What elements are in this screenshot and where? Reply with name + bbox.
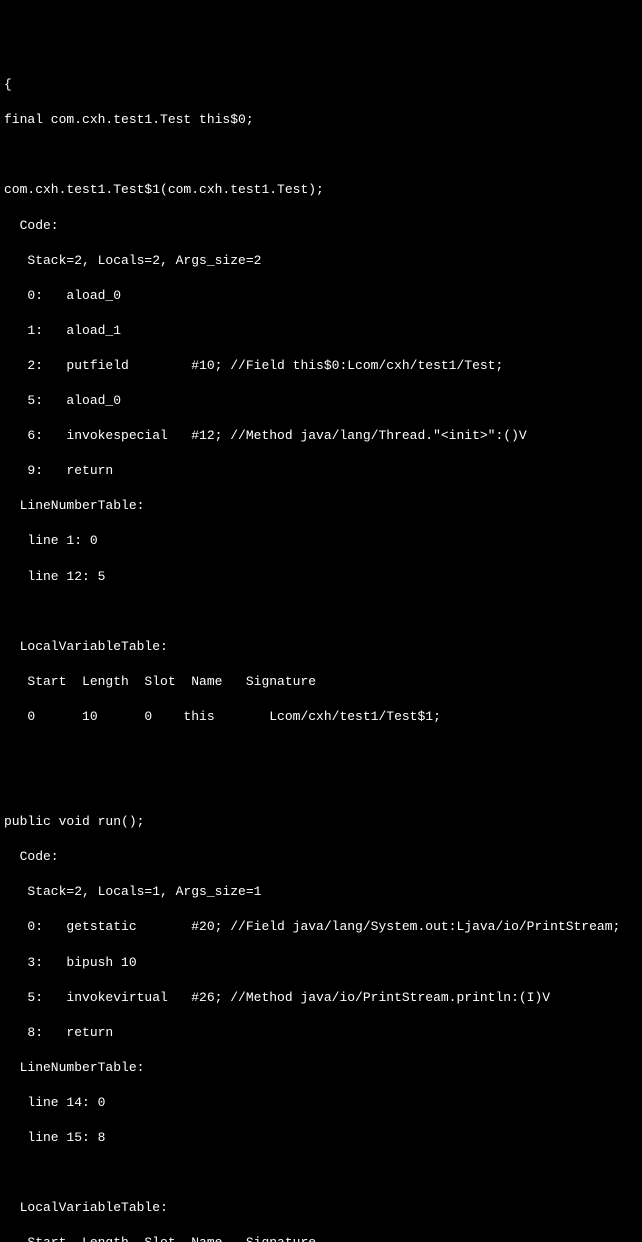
- bytecode-instruction: 8: return: [4, 1024, 638, 1042]
- bytecode-instruction: 9: return: [4, 462, 638, 480]
- code-label: Code:: [4, 848, 638, 866]
- local-variable-table-label: LocalVariableTable:: [4, 638, 638, 656]
- bytecode-instruction: 1: aload_1: [4, 322, 638, 340]
- blank-line: [4, 603, 638, 621]
- blank-line: [4, 778, 638, 796]
- run-method-signature: public void run();: [4, 813, 638, 831]
- bytecode-instruction: 5: invokevirtual #26; //Method java/io/P…: [4, 989, 638, 1007]
- blank-line: [4, 1164, 638, 1182]
- line-number-entry: line 15: 8: [4, 1129, 638, 1147]
- line-number-entry: line 14: 0: [4, 1094, 638, 1112]
- local-variable-header: Start Length Slot Name Signature: [4, 1234, 638, 1242]
- line-number-table-label: LineNumberTable:: [4, 1059, 638, 1077]
- stack-info: Stack=2, Locals=1, Args_size=1: [4, 883, 638, 901]
- line-number-entry: line 12: 5: [4, 568, 638, 586]
- field-declaration: final com.cxh.test1.Test this$0;: [4, 111, 638, 129]
- local-variable-row: 0 10 0 this Lcom/cxh/test1/Test$1;: [4, 708, 638, 726]
- local-variable-table-label: LocalVariableTable:: [4, 1199, 638, 1217]
- blank-line: [4, 743, 638, 761]
- bytecode-instruction: 0: aload_0: [4, 287, 638, 305]
- line-number-entry: line 1: 0: [4, 532, 638, 550]
- bytecode-instruction: 0: getstatic #20; //Field java/lang/Syst…: [4, 918, 638, 936]
- bytecode-instruction: 3: bipush 10: [4, 954, 638, 972]
- open-brace: {: [4, 76, 638, 94]
- stack-info: Stack=2, Locals=2, Args_size=2: [4, 252, 638, 270]
- blank-line: [4, 146, 638, 164]
- bytecode-instruction: 5: aload_0: [4, 392, 638, 410]
- bytecode-instruction: 2: putfield #10; //Field this$0:Lcom/cxh…: [4, 357, 638, 375]
- bytecode-instruction: 6: invokespecial #12; //Method java/lang…: [4, 427, 638, 445]
- constructor-signature: com.cxh.test1.Test$1(com.cxh.test1.Test)…: [4, 181, 638, 199]
- local-variable-header: Start Length Slot Name Signature: [4, 673, 638, 691]
- line-number-table-label: LineNumberTable:: [4, 497, 638, 515]
- code-label: Code:: [4, 217, 638, 235]
